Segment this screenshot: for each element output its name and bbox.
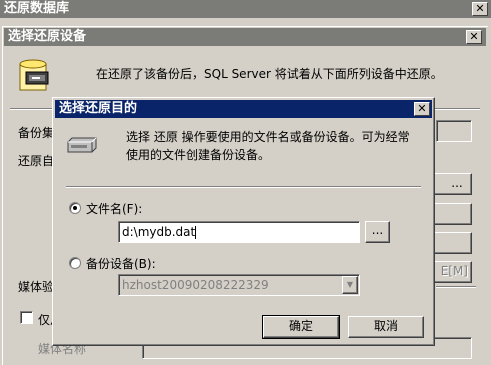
- chevron-down-icon: ▼: [346, 280, 354, 289]
- file-name-value: d:\mydb.dat: [122, 225, 196, 239]
- close-icon: ✕: [469, 30, 479, 43]
- cancel-button[interactable]: 取消: [348, 316, 424, 338]
- file-browse-button-label: ...: [371, 223, 384, 237]
- restore-add-button-label: ...: [451, 176, 463, 190]
- ok-button-label: 确定: [288, 319, 313, 333]
- restore-device-description: 在还原了该备份后，SQL Server 将试着从下面所列设备中还原。: [96, 67, 443, 81]
- outer-window-title: 还原数据库: [4, 1, 70, 16]
- backup-device-icon: [66, 136, 98, 154]
- only-checkbox[interactable]: [20, 311, 33, 324]
- outer-close-button[interactable]: ✕: [472, 2, 488, 16]
- text-cursor: [195, 226, 197, 239]
- restore-device-title: 选择还原设备: [8, 29, 87, 44]
- outer-window-titlebar: 还原数据库: [0, 0, 491, 18]
- backup-device-select[interactable]: hzhost20090208222329: [118, 274, 360, 296]
- file-name-input[interactable]: d:\mydb.dat: [118, 221, 360, 243]
- restore-target-separator: [66, 186, 421, 188]
- restore-media-button-label: E[M]: [440, 264, 468, 278]
- restore-target-close-button[interactable]: ✕: [414, 102, 430, 116]
- file-name-radio-label[interactable]: 文件名(F):: [86, 200, 142, 217]
- restore-target-description-line1: 选择 还原 操作要使用的文件名或备份设备。可为经常: [126, 130, 410, 144]
- close-icon: ✕: [417, 102, 427, 115]
- backup-set-field[interactable]: [436, 120, 472, 142]
- restore-target-titlebar: 选择还原目的: [55, 100, 432, 118]
- cancel-button-label: 取消: [373, 319, 398, 333]
- restore-target-description-line2: 使用的文件创建备份设备。: [126, 148, 271, 162]
- backup-device-radio-label[interactable]: 备份设备(B):: [86, 255, 156, 272]
- media-verify-separator: [436, 286, 476, 288]
- restore-from-label: 还原自: [18, 154, 55, 168]
- backup-device-radio[interactable]: [69, 257, 81, 269]
- close-icon: ✕: [475, 2, 485, 15]
- file-name-radio[interactable]: [69, 202, 81, 214]
- ok-button[interactable]: 确定: [262, 315, 340, 339]
- media-verify-label: 媒体验: [18, 280, 55, 294]
- backup-set-label: 备份集: [18, 126, 55, 140]
- backup-device-dropdown-button[interactable]: ▼: [342, 276, 358, 294]
- restore-device-close-button[interactable]: ✕: [466, 30, 482, 44]
- restore-device-titlebar: 选择还原设备: [4, 28, 486, 46]
- database-device-icon: [18, 58, 54, 96]
- file-browse-button[interactable]: ...: [365, 221, 390, 243]
- backup-device-value: hzhost20090208222329: [122, 278, 269, 292]
- restore-target-title: 选择还原目的: [59, 101, 138, 116]
